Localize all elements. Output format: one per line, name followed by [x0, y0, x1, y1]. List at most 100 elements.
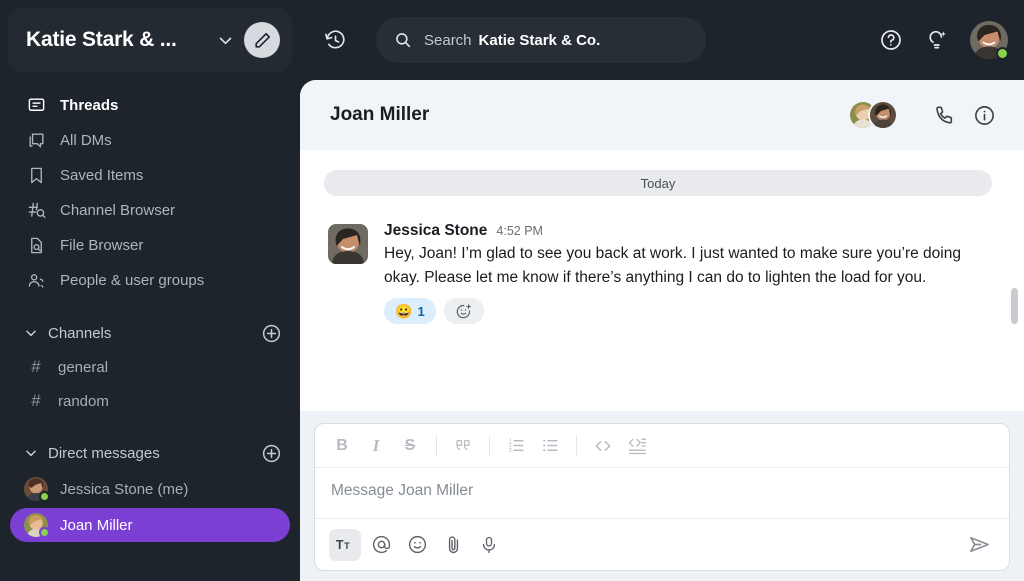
- threads-icon: [26, 96, 46, 116]
- message-text: Hey, Joan! I’m glad to see you back at w…: [384, 245, 961, 286]
- dm-item-joan-miller[interactable]: Joan Miller: [10, 508, 290, 542]
- channel-item-general[interactable]: # general: [0, 350, 300, 384]
- message-author[interactable]: Jessica Stone: [384, 222, 487, 240]
- workspace-title: Katie Stark & ...: [26, 28, 177, 51]
- microphone-icon[interactable]: [473, 529, 505, 561]
- message-meta: Jessica Stone 4:52 PM: [384, 222, 994, 240]
- text-format-icon[interactable]: TT: [329, 528, 361, 561]
- user-avatar[interactable]: [970, 21, 1009, 60]
- message-timestamp: 4:52 PM: [496, 224, 543, 238]
- composer: B I S 123 Message Joan Miller T T: [314, 423, 1010, 571]
- top-bar: Search Katie Stark & Co.: [300, 0, 1024, 80]
- app-window: Katie Stark & ... Threads All DMs Saved …: [0, 0, 1024, 581]
- dms-label: Direct messages: [48, 444, 160, 462]
- message-row: Jessica Stone 4:52 PM Hey, Joan! I’m gla…: [322, 222, 994, 325]
- dm-item-jessica-stone[interactable]: Jessica Stone (me): [10, 472, 290, 506]
- member-facepile[interactable]: [848, 100, 898, 130]
- dm-label: Jessica Stone (me): [60, 480, 189, 498]
- reaction-bar: 😀 1: [384, 298, 994, 325]
- search-scope: Katie Stark & Co.: [478, 31, 601, 49]
- send-icon[interactable]: [961, 529, 997, 561]
- people-icon: [26, 271, 46, 291]
- blockquote-button[interactable]: [448, 431, 478, 461]
- italic-button[interactable]: I: [361, 431, 391, 461]
- chevron-down-icon: [24, 326, 38, 340]
- avatar[interactable]: [328, 224, 368, 264]
- channel-browser-icon: [26, 201, 46, 221]
- dm-label: Joan Miller: [60, 516, 133, 534]
- bookmark-icon: [26, 166, 46, 186]
- at-icon[interactable]: [365, 529, 397, 561]
- channel-label: general: [58, 358, 109, 376]
- search-text: Search Katie Stark & Co.: [424, 32, 600, 49]
- code-button[interactable]: [588, 431, 618, 461]
- add-reaction-icon[interactable]: [443, 298, 484, 325]
- search-input[interactable]: Search Katie Stark & Co.: [376, 17, 706, 63]
- compose-button[interactable]: [244, 22, 280, 58]
- sidebar-item-channel-browser[interactable]: Channel Browser: [0, 193, 300, 228]
- phone-icon[interactable]: [924, 95, 964, 135]
- code-block-button[interactable]: [622, 431, 652, 461]
- main-area: Search Katie Stark & Co. Joan Miller Tod…: [300, 0, 1024, 581]
- reaction-emoji: 😀: [395, 302, 413, 319]
- sidebar-item-people[interactable]: People & user groups: [0, 263, 300, 298]
- avatar: [24, 477, 50, 502]
- channels-section-header[interactable]: Channels: [0, 316, 300, 350]
- ordered-list-button[interactable]: 123: [501, 431, 531, 461]
- bold-button[interactable]: B: [327, 431, 357, 461]
- sidebar-item-label: All DMs: [60, 132, 112, 149]
- channel-item-random[interactable]: # random: [0, 384, 300, 418]
- all-dms-icon: [26, 131, 46, 151]
- message-body: Jessica Stone 4:52 PM Hey, Joan! I’m gla…: [384, 222, 994, 325]
- chevron-down-icon[interactable]: [217, 32, 234, 49]
- presence-dot: [996, 47, 1009, 60]
- message-scrollbar[interactable]: [1011, 288, 1018, 324]
- date-divider: Today: [324, 170, 992, 196]
- avatar: [24, 513, 50, 538]
- lightbulb-sparkle-icon[interactable]: [916, 19, 958, 61]
- message-input[interactable]: Message Joan Miller: [315, 468, 1009, 518]
- divider: [436, 435, 437, 456]
- channels-section: Channels # general # random: [0, 316, 300, 418]
- presence-dot: [39, 491, 50, 502]
- dms-section-header[interactable]: Direct messages: [0, 436, 300, 470]
- strikethrough-button[interactable]: S: [395, 431, 425, 461]
- sidebar-item-label: People & user groups: [60, 272, 205, 289]
- paperclip-icon[interactable]: [437, 529, 469, 561]
- conversation-panel: Joan Miller Today Jessica Stone 4:52 PM …: [300, 80, 1024, 581]
- reaction-pill[interactable]: 😀 1: [384, 298, 436, 325]
- search-prefix: Search: [424, 31, 472, 49]
- history-clock-icon[interactable]: [314, 19, 356, 61]
- chevron-down-icon: [24, 446, 38, 460]
- avatar: [868, 100, 898, 130]
- svg-text:T: T: [344, 541, 350, 551]
- info-circle-icon[interactable]: [964, 95, 1004, 135]
- sidebar-item-threads[interactable]: Threads: [0, 88, 300, 123]
- add-channel-button[interactable]: [260, 322, 282, 344]
- sidebar-item-file-browser[interactable]: File Browser: [0, 228, 300, 263]
- new-dm-button[interactable]: [260, 442, 282, 464]
- workspace-header[interactable]: Katie Stark & ...: [8, 8, 292, 72]
- svg-text:3: 3: [508, 448, 511, 454]
- formatting-toolbar: B I S 123: [315, 424, 1009, 468]
- sidebar-item-all-dms[interactable]: All DMs: [0, 123, 300, 158]
- svg-text:T: T: [336, 538, 344, 552]
- page-title: Joan Miller: [330, 104, 430, 125]
- search-icon: [394, 31, 412, 49]
- sidebar-item-label: Saved Items: [60, 167, 144, 184]
- presence-dot: [39, 527, 50, 538]
- hash-icon: #: [31, 391, 41, 410]
- help-circle-icon[interactable]: [870, 19, 912, 61]
- divider: [576, 435, 577, 456]
- channels-label: Channels: [48, 324, 112, 342]
- sidebar-item-saved-items[interactable]: Saved Items: [0, 158, 300, 193]
- sidebar-item-label: Threads: [60, 97, 119, 114]
- sidebar-nav: Threads All DMs Saved Items Channel Brow…: [0, 78, 300, 298]
- composer-container: B I S 123 Message Joan Miller T T: [300, 411, 1024, 581]
- divider: [489, 435, 490, 456]
- sidebar-item-label: File Browser: [60, 237, 144, 254]
- hash-icon: #: [31, 357, 41, 376]
- bulleted-list-button[interactable]: [535, 431, 565, 461]
- sidebar-item-label: Channel Browser: [60, 202, 176, 219]
- emoji-icon[interactable]: [401, 529, 433, 561]
